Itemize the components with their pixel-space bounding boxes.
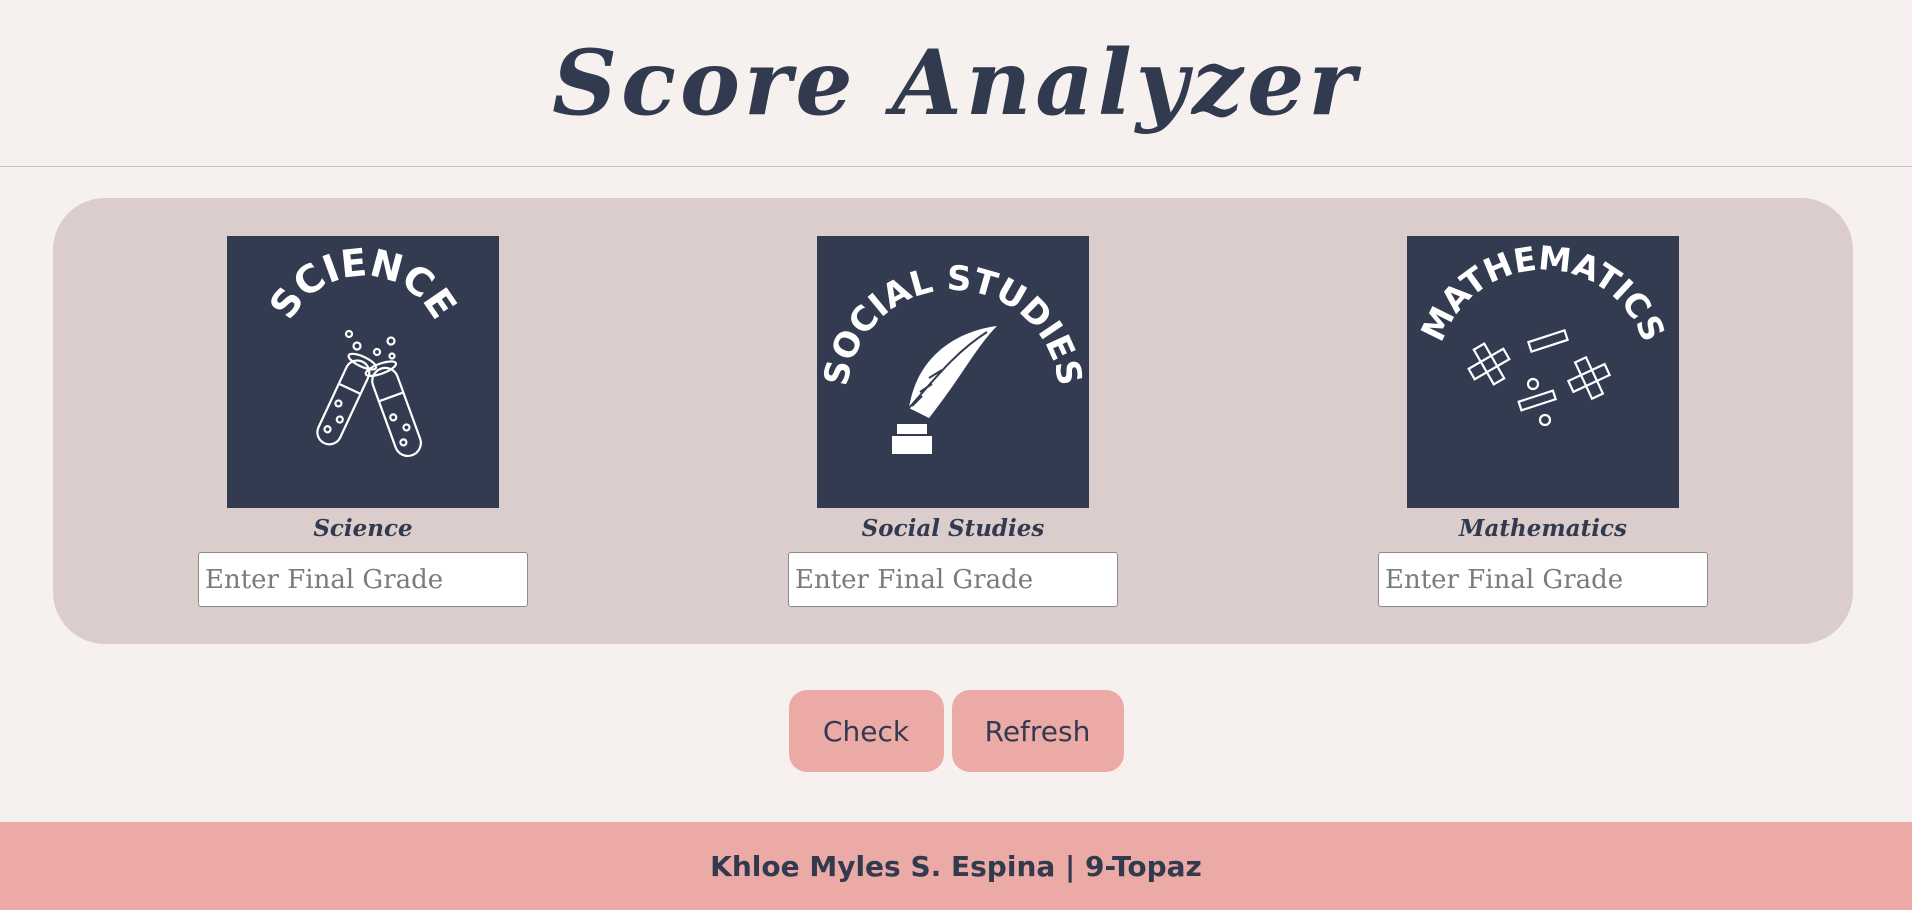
header-divider (0, 166, 1912, 167)
test-tubes-icon (316, 329, 422, 458)
mathematics-grade-input[interactable] (1378, 552, 1708, 607)
science-badge-text: SCIENCE (261, 240, 465, 326)
subject-card-social-studies: SOCIAL STUDIES Social Studies (788, 236, 1118, 607)
footer-credit: Khloe Myles S. Espina | 9-Topaz (710, 849, 1202, 883)
subject-label-science: Science (313, 515, 413, 542)
footer: Khloe Myles S. Espina | 9-Topaz (0, 822, 1912, 910)
subject-label-mathematics: Mathematics (1459, 515, 1627, 542)
mathematics-badge-text: MATHEMATICS (1413, 238, 1673, 347)
refresh-button[interactable]: Refresh (951, 690, 1124, 772)
subject-card-science: SCIENCE Science Enter Final Grade (198, 236, 528, 607)
subject-card-mathematics: MATHEMATICS Mathematics (1378, 236, 1708, 607)
math-operators-icon (1467, 328, 1612, 427)
check-button[interactable]: Check (788, 690, 944, 772)
science-badge: SCIENCE (227, 236, 499, 508)
action-buttons: Check Refresh (0, 690, 1912, 772)
subject-label-social-studies: Social Studies (861, 515, 1045, 542)
social-studies-badge: SOCIAL STUDIES (817, 236, 1089, 508)
quill-inkwell-icon (892, 326, 997, 454)
subjects-panel: SCIENCE Science Enter Final Grade SOCIAL… (53, 198, 1853, 644)
social-studies-grade-input[interactable] (788, 552, 1118, 607)
page-title: Score Analyzer (552, 30, 1360, 136)
mathematics-badge: MATHEMATICS (1407, 236, 1679, 508)
science-grade-input[interactable] (198, 552, 528, 607)
